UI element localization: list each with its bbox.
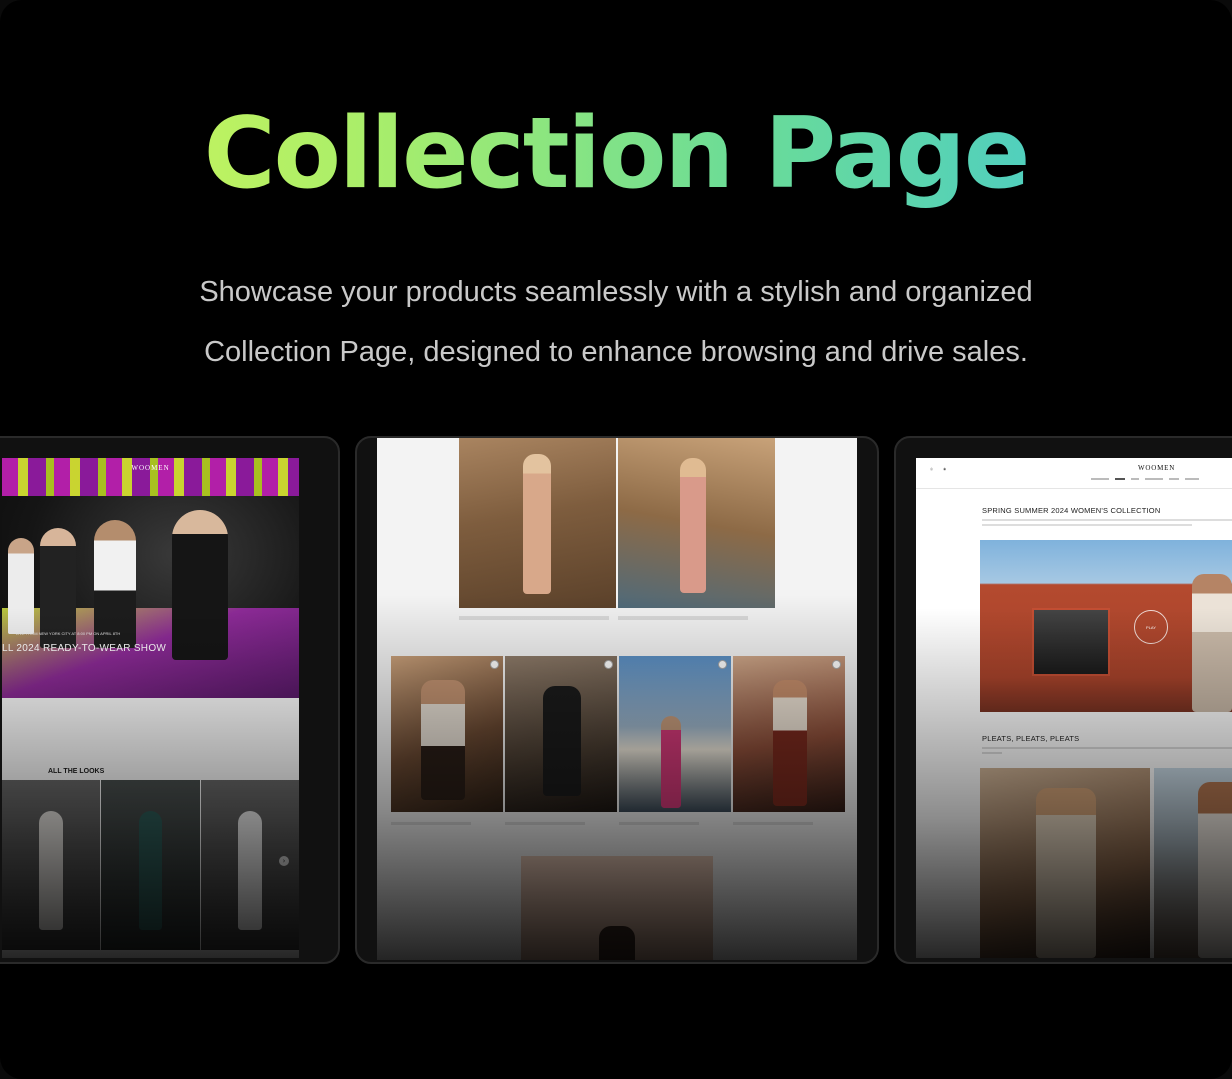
hero-subtitle-line-2: Collection Page, designed to enhance bro… <box>204 336 1028 368</box>
product-grid-screen <box>377 438 857 960</box>
runway-model <box>40 528 76 648</box>
runway-model <box>94 520 136 648</box>
editorial-model <box>1198 782 1232 958</box>
look-card[interactable] <box>101 780 200 950</box>
product-image[interactable] <box>505 656 617 812</box>
main-nav <box>1091 478 1199 480</box>
header-utilities: ◎ ◉ <box>930 467 946 471</box>
section-description <box>982 524 1192 526</box>
video-model <box>1192 574 1232 712</box>
globe-icon[interactable]: ◎ <box>930 467 933 471</box>
show-title: LL 2024 READY-TO-WEAR SHOW <box>2 643 167 654</box>
editorial-image[interactable] <box>980 768 1150 958</box>
product-title <box>459 616 609 620</box>
wishlist-icon[interactable] <box>604 660 613 669</box>
tablet-mockup-editorial: ◎ ◉ WOOMEN SPRING SUMMER 2024 WOMEN'S CO… <box>894 436 1232 964</box>
nav-item[interactable] <box>1115 478 1125 480</box>
look-card[interactable]: › <box>200 780 299 950</box>
product-image[interactable] <box>459 438 616 608</box>
carousel-next-icon[interactable]: › <box>278 856 289 866</box>
collection-page-promo: Collection Page Showcase your products s… <box>0 0 1232 1079</box>
product-image[interactable] <box>733 656 845 812</box>
section-title: PLEATS, PLEATS, PLEATS <box>982 734 1080 743</box>
site-header: ◎ ◉ WOOMEN <box>916 458 1232 489</box>
product-title <box>505 822 585 825</box>
video-scene-window <box>1032 608 1110 676</box>
show-date: LIVE FROM NEW YORK CITY AT 8:00 PM ON AP… <box>16 631 121 636</box>
tablet-mockup-runway: WOOMEN LIVE FROM NEW YORK CITY AT 8:00 P… <box>0 436 340 964</box>
hero-subtitle-line-1: Showcase your products seamlessly with a… <box>199 276 1033 308</box>
product-model <box>661 716 681 808</box>
play-button[interactable]: PLAY <box>1134 610 1168 644</box>
product-image[interactable] <box>391 656 503 812</box>
runway-model <box>172 510 228 660</box>
wishlist-icon[interactable] <box>718 660 727 669</box>
look-card[interactable] <box>2 780 101 950</box>
product-image[interactable] <box>521 856 713 960</box>
product-model <box>543 686 581 796</box>
editorial-model <box>1036 788 1096 958</box>
product-title <box>618 616 748 620</box>
editorial-image[interactable] <box>1154 768 1232 958</box>
nav-item[interactable] <box>1185 478 1199 480</box>
nav-item[interactable] <box>1169 478 1179 480</box>
product-model <box>421 680 465 800</box>
section-title: SPRING SUMMER 2024 WOMEN'S COLLECTION <box>982 506 1161 515</box>
site-header: WOOMEN <box>2 458 299 478</box>
runway-page-screen: WOOMEN LIVE FROM NEW YORK CITY AT 8:00 P… <box>2 458 299 958</box>
look-figure <box>138 810 163 930</box>
nav-item[interactable] <box>1131 478 1139 480</box>
looks-carousel[interactable]: › <box>2 780 299 950</box>
hero-subtitle: Showcase your products seamlessly with a… <box>0 262 1232 382</box>
product-title <box>391 822 471 825</box>
runway-hero-image: WOOMEN LIVE FROM NEW YORK CITY AT 8:00 P… <box>2 458 299 698</box>
section-description <box>982 519 1232 521</box>
product-model <box>680 458 706 593</box>
product-model <box>773 680 807 806</box>
runway-model <box>8 538 34 634</box>
look-figure <box>238 810 262 930</box>
product-image[interactable] <box>618 438 775 608</box>
product-model <box>523 454 551 594</box>
product-model <box>599 926 635 960</box>
section-description <box>982 747 1232 749</box>
section-description <box>982 752 1002 754</box>
wishlist-icon[interactable] <box>490 660 499 669</box>
tablet-mockup-product-grid <box>355 436 879 964</box>
looks-section-title: ALL THE LOOKS <box>48 768 105 775</box>
product-image[interactable] <box>619 656 731 812</box>
look-figure <box>39 810 63 930</box>
product-title <box>619 822 699 825</box>
location-icon[interactable]: ◉ <box>943 467 946 471</box>
product-title <box>733 822 813 825</box>
nav-item[interactable] <box>1091 478 1109 480</box>
editorial-page-screen: ◎ ◉ WOOMEN SPRING SUMMER 2024 WOMEN'S CO… <box>916 458 1232 958</box>
hero-title: Collection Page <box>0 98 1232 211</box>
wishlist-icon[interactable] <box>832 660 841 669</box>
nav-item[interactable] <box>1145 478 1163 480</box>
brand-logo[interactable]: WOOMEN <box>131 464 169 472</box>
brand-logo[interactable]: WOOMEN <box>1138 464 1175 472</box>
collection-video[interactable]: PLAY <box>980 540 1232 712</box>
